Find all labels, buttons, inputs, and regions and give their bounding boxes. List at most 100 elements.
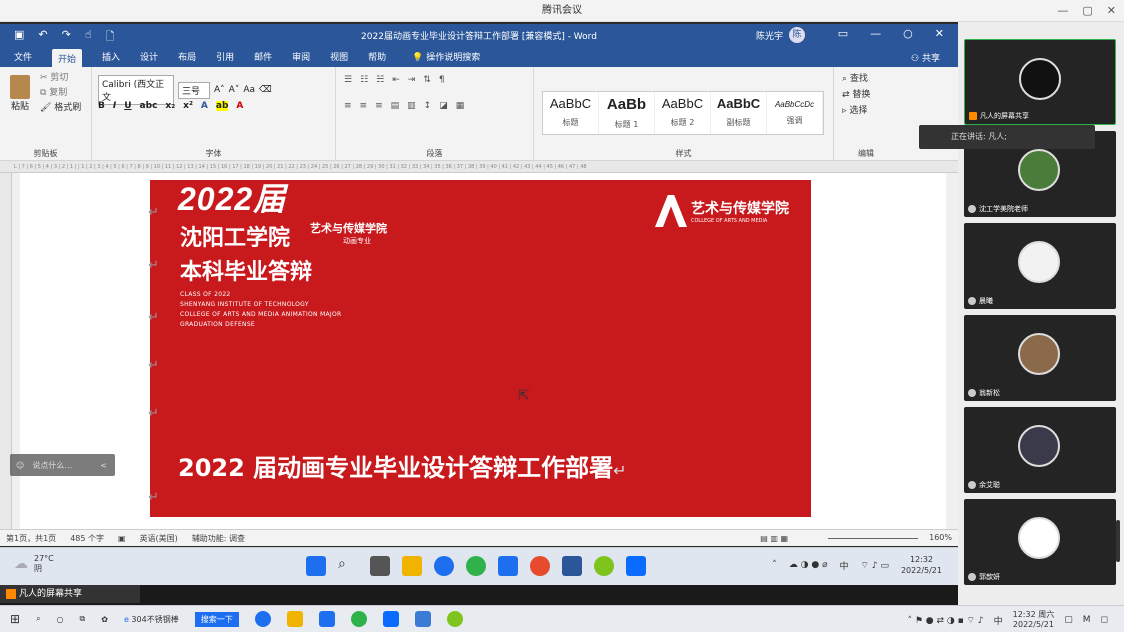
network-volume-icon[interactable]: ⌔ ♪ ▭: [861, 560, 889, 571]
zoom-level[interactable]: 160%: [929, 533, 952, 542]
text-effects-icon[interactable]: A: [201, 101, 208, 111]
style-item[interactable]: AaBbC 标题 2: [655, 92, 711, 134]
word-close-icon[interactable]: ✕: [935, 27, 944, 40]
style-item[interactable]: AaBbC 副标题: [711, 92, 767, 134]
redo-icon[interactable]: ↷: [62, 28, 71, 47]
collapse-chat-icon[interactable]: <: [100, 461, 107, 470]
style-item[interactable]: AaBbC 标题: [543, 92, 599, 134]
participant-tile[interactable]: 晨曦: [964, 223, 1116, 309]
mail-icon[interactable]: [498, 556, 518, 576]
sort-icon[interactable]: ⇅: [423, 75, 431, 85]
touch-mode-icon[interactable]: ☝: [85, 28, 92, 47]
share-button[interactable]: ⚇ 共享: [911, 51, 940, 64]
app-icon[interactable]: [594, 556, 614, 576]
tray-icons[interactable]: ˄ ⚑ ● ⇄ ◑ ▪ ⌔ ♪: [907, 615, 983, 626]
minimize-button[interactable]: —: [1057, 0, 1068, 22]
emoji-icon[interactable]: ☺: [16, 461, 24, 470]
cortana-icon[interactable]: ○: [57, 615, 64, 624]
tray-overflow-icon[interactable]: ˄: [772, 560, 777, 570]
font-size-select[interactable]: 三号: [178, 81, 210, 99]
windows-start-icon[interactable]: ⊞: [10, 612, 20, 626]
subscript-button[interactable]: x₂: [165, 101, 175, 111]
file-explorer-icon[interactable]: [402, 556, 422, 576]
style-item[interactable]: AaBbCcDc 强调: [767, 92, 823, 134]
undo-icon[interactable]: ↶: [38, 28, 47, 47]
strikethrough-button[interactable]: abc: [140, 101, 158, 111]
word-app-icon[interactable]: [562, 556, 582, 576]
format-painter-button[interactable]: 🖌 格式刷: [40, 101, 81, 116]
tab-insert[interactable]: 插入: [102, 50, 120, 63]
align-center-icon[interactable]: ≡: [360, 101, 368, 111]
numbering-icon[interactable]: ☷: [360, 75, 368, 85]
search-button[interactable]: 搜索一下: [194, 611, 239, 627]
decrease-indent-icon[interactable]: ⇤: [392, 75, 400, 85]
tab-view[interactable]: 视图: [330, 50, 348, 63]
ribbon-display-icon[interactable]: ▭: [838, 27, 848, 40]
chat-bubble-icon[interactable]: ◻: [1101, 615, 1108, 625]
bold-button[interactable]: B: [98, 101, 105, 111]
highlight-icon[interactable]: ab: [215, 101, 229, 111]
replace-button[interactable]: ⇄ 替换: [842, 87, 870, 103]
app-icon[interactable]: M: [1083, 615, 1091, 625]
participant-tile[interactable]: 郭歆妍: [964, 499, 1116, 585]
tencent-meeting-icon[interactable]: [626, 556, 646, 576]
tencent-meeting-icon[interactable]: [382, 611, 399, 627]
task-view-icon[interactable]: [370, 556, 390, 576]
browser-icon[interactable]: [350, 611, 367, 627]
notification-icon[interactable]: ▢: [1064, 615, 1073, 625]
select-button[interactable]: ▹ 选择: [842, 103, 870, 119]
horizontal-ruler[interactable]: L | 7 | 6 | 5 | 4 | 3 | 2 | 1 | | 1 | 2 …: [0, 161, 958, 173]
word-minimize-icon[interactable]: —: [870, 27, 881, 40]
panel-scrollbar[interactable]: [1116, 520, 1120, 562]
tab-help[interactable]: 帮助: [368, 50, 386, 63]
browser-tab[interactable]: e 304不锈钢棒: [124, 614, 179, 625]
task-view-icon[interactable]: ⧉: [80, 614, 86, 624]
word-count[interactable]: 485 个字: [70, 533, 104, 544]
wechat-icon[interactable]: [446, 611, 463, 627]
participant-tile[interactable]: 余艾聪: [964, 407, 1116, 493]
tab-mailings[interactable]: 邮件: [254, 50, 272, 63]
justify-icon[interactable]: ▤: [391, 101, 400, 111]
superscript-button[interactable]: x²: [183, 101, 193, 111]
borders-icon[interactable]: ▦: [456, 101, 465, 111]
distributed-icon[interactable]: ▥: [407, 101, 416, 111]
font-color-icon[interactable]: A: [236, 101, 243, 111]
close-button[interactable]: ✕: [1107, 0, 1116, 22]
shrink-font-icon[interactable]: A˅: [229, 85, 240, 95]
search-icon[interactable]: ⌕: [36, 614, 40, 624]
file-explorer-icon[interactable]: [286, 611, 303, 627]
app-icon[interactable]: [414, 611, 431, 627]
accessibility-status[interactable]: 辅助功能: 调查: [192, 533, 245, 544]
tell-me-search[interactable]: 💡 操作说明搜索: [412, 50, 480, 63]
language-status[interactable]: 英语(美国): [140, 533, 178, 544]
word-restore-icon[interactable]: ○: [903, 27, 913, 40]
tab-review[interactable]: 审阅: [292, 50, 310, 63]
view-mode-icons[interactable]: ▤ ▥ ▦: [760, 534, 788, 543]
align-right-icon[interactable]: ≡: [375, 101, 383, 111]
local-clock[interactable]: 12:32 周六 2022/5/21: [1013, 610, 1055, 630]
tab-file[interactable]: 文件: [14, 50, 32, 63]
tab-home[interactable]: 开始: [52, 48, 83, 68]
mail-icon[interactable]: [318, 611, 335, 627]
increase-indent-icon[interactable]: ⇥: [408, 75, 416, 85]
align-left-icon[interactable]: ≡: [344, 101, 352, 111]
tab-layout[interactable]: 布局: [178, 50, 196, 63]
show-marks-icon[interactable]: ¶: [439, 75, 445, 85]
proofing-icon[interactable]: ▣: [118, 534, 126, 543]
edge-icon[interactable]: [434, 556, 454, 576]
italic-button[interactable]: I: [113, 101, 116, 111]
windows-start-icon[interactable]: [306, 556, 326, 576]
copy-button[interactable]: ⧉ 复制: [40, 86, 81, 101]
app-icon[interactable]: ✿: [101, 615, 108, 624]
save-icon[interactable]: ▣: [14, 28, 24, 47]
participant-tile[interactable]: 凡人的屏幕共享: [964, 39, 1116, 125]
chrome-icon[interactable]: [530, 556, 550, 576]
clear-format-icon[interactable]: ⌫: [259, 85, 272, 95]
weather-widget[interactable]: ☁ 27°C 阴: [14, 554, 54, 574]
bullets-icon[interactable]: ☰: [344, 75, 352, 85]
chat-input[interactable]: ☺ 说点什么… <: [10, 454, 115, 476]
print-preview-icon[interactable]: 🗋: [106, 28, 115, 47]
user-account[interactable]: 陈光宇 陈: [756, 27, 806, 43]
zoom-slider[interactable]: [828, 538, 918, 539]
underline-button[interactable]: U: [124, 101, 131, 111]
